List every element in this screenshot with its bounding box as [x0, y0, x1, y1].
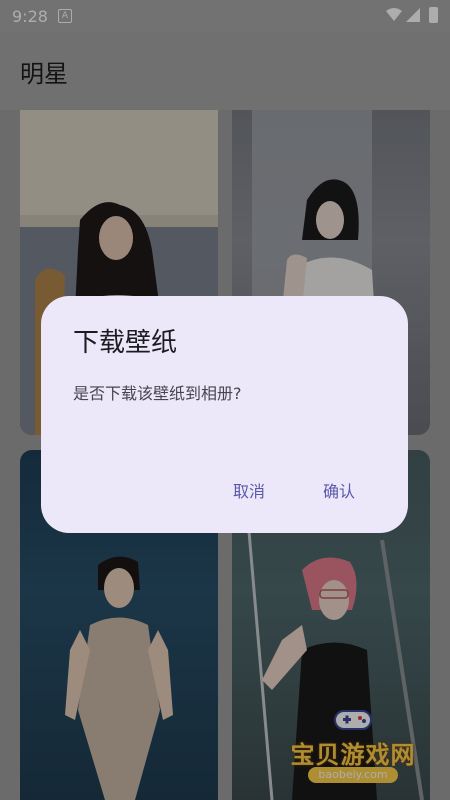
confirm-button[interactable]: 确认: [317, 474, 361, 506]
dialog-message: 是否下载该壁纸到相册?: [73, 384, 242, 403]
download-dialog: 下载壁纸 是否下载该壁纸到相册? 取消 确认: [41, 296, 408, 533]
dialog-title: 下载壁纸: [73, 328, 178, 358]
cancel-button[interactable]: 取消: [227, 474, 271, 506]
